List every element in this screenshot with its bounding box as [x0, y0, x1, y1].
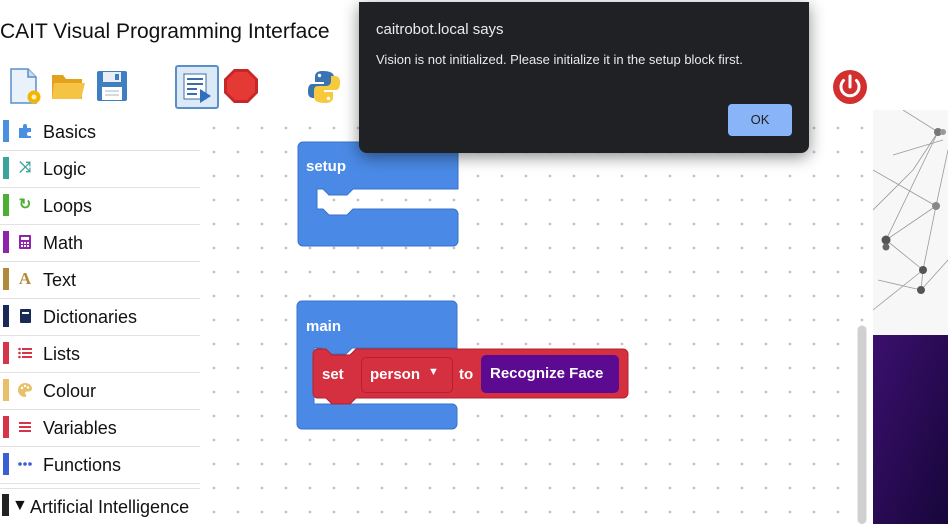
setup-block-label: setup [306, 158, 347, 175]
main-block-label: main [306, 318, 342, 335]
category-sidebar: Basics ⤨ Logic ↻ Loops Math A Text Dicti… [0, 114, 200, 525]
book-icon [20, 309, 31, 323]
sidebar-item-loops[interactable]: ↻ Loops [0, 188, 200, 225]
sidebar-item-label: Math [43, 233, 84, 253]
save-icon[interactable] [96, 70, 128, 102]
sidebar-item-basics[interactable]: Basics [0, 114, 200, 151]
alert-dialog: caitrobot.local says Vision is not initi… [359, 2, 809, 153]
new-file-icon[interactable] [8, 67, 44, 107]
sidebar-item-label: Lists [43, 344, 81, 364]
sidebar-item-label: Text [43, 270, 77, 290]
dialog-message: Vision is not initialized. Please initia… [376, 52, 743, 67]
sidebar-item-label: Artificial Intelligence [30, 497, 190, 517]
ok-button[interactable]: OK [728, 104, 792, 136]
set-label: set [322, 366, 344, 383]
loop-icon: ↻ [18, 196, 32, 213]
app-title: CAIT Visual Programming Interface [0, 20, 330, 43]
to-label: to [459, 366, 474, 383]
power-icon[interactable] [832, 69, 868, 105]
workspace-scrollbar[interactable] [858, 326, 866, 524]
expand-arrow-icon: ▼ [12, 497, 28, 514]
recognize-face-label: Recognize Face [490, 365, 604, 382]
network-graph-image [873, 110, 948, 524]
sidebar-item-label: Loops [43, 196, 93, 216]
sidebar-item-label: Logic [43, 159, 87, 179]
stop-icon[interactable] [223, 68, 259, 104]
sidebar-item-dictionaries[interactable]: Dictionaries [0, 299, 200, 336]
sidebar-item-lists[interactable]: Lists [0, 336, 200, 373]
sidebar-item-math[interactable]: Math [0, 225, 200, 262]
run-button[interactable] [175, 65, 219, 109]
decorative-network-image [873, 110, 948, 524]
variable-dropdown[interactable]: person ▼ [361, 357, 453, 393]
calculator-icon [19, 235, 31, 249]
sidebar-item-colour[interactable]: Colour [0, 373, 200, 410]
sidebar-item-logic[interactable]: ⤨ Logic [0, 151, 200, 188]
sidebar-item-label: Functions [43, 455, 122, 475]
sidebar-item-label: Variables [43, 418, 117, 438]
sidebar-item-label: Colour [43, 381, 97, 401]
sidebar-item-label: Dictionaries [43, 307, 138, 327]
palette-icon [18, 383, 32, 397]
dialog-title: caitrobot.local says [376, 21, 504, 38]
dots-icon [18, 462, 32, 466]
sidebar-item-functions[interactable]: Functions [0, 447, 200, 484]
dropdown-arrow-icon: ▼ [428, 366, 439, 378]
text-icon: A [18, 269, 32, 288]
sidebar-item-artificial-intelligence[interactable]: ▼ Artificial Intelligence [0, 488, 200, 525]
python-icon[interactable] [306, 69, 342, 105]
variables-icon [19, 422, 31, 432]
shuffle-icon: ⤨ [18, 159, 31, 176]
folder-icon[interactable] [50, 70, 86, 102]
puzzle-icon [19, 124, 31, 138]
run-icon [183, 73, 211, 103]
variable-name: person [370, 366, 421, 383]
list-icon [18, 347, 32, 359]
recognize-face-block[interactable]: Recognize Face [481, 355, 619, 393]
sidebar-item-text[interactable]: A Text [0, 262, 200, 299]
sidebar-item-variables[interactable]: Variables [0, 410, 200, 447]
sidebar-item-label: Basics [43, 122, 97, 142]
